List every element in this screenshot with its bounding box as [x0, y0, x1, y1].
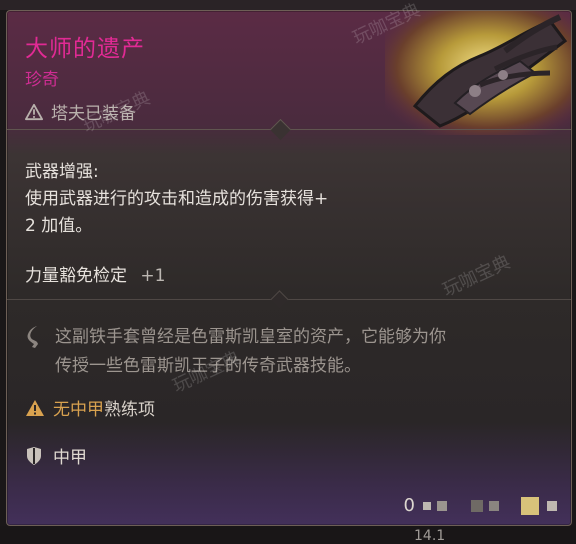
quill-icon: [27, 326, 38, 348]
armor-type-label: 中甲: [53, 448, 87, 468]
saving-throw-value: +1: [140, 266, 166, 286]
shield-icon: [27, 446, 41, 465]
armor-type: 中甲: [25, 443, 87, 468]
enhancement-desc-line1: 使用武器进行的攻击和造成的伤害获得+: [25, 189, 329, 209]
weight-icon: [521, 496, 539, 515]
lore-line2: 传授一些色雷斯凯王子的传奇武器技能。: [55, 356, 361, 376]
proficiency-warning: 无中甲熟练项: [25, 395, 155, 420]
enhancement-desc-line2: 2 加值。: [25, 216, 93, 236]
equipped-by-text: 塔夫已装备: [51, 104, 136, 124]
footer-glyph: [489, 500, 499, 511]
equipped-status: 塔夫已装备: [25, 99, 136, 124]
footer-glyph: [437, 500, 447, 511]
item-rarity: 珍奇: [25, 70, 59, 90]
background-strip-bottom: [0, 526, 576, 544]
warning-triangle-icon: [26, 399, 44, 416]
footer-glyph: [423, 501, 431, 510]
item-name: 大师的遗产: [25, 36, 145, 62]
proficiency-missing: 无中甲: [53, 400, 104, 420]
lore-line1: 这副铁手套曾经是色雷斯凯皇室的资产，它能够为你: [55, 327, 446, 347]
background-bottom-text: 14.1: [414, 528, 446, 544]
lore-text: 这副铁手套曾经是色雷斯凯皇室的资产，它能够为你 传授一些色雷斯凯王子的传奇武器技…: [55, 323, 535, 381]
background-strip-top: [0, 0, 576, 10]
warning-triangle-icon: [25, 103, 43, 120]
enhancement-title: 武器增强:: [25, 162, 99, 182]
divider-notch-2: [270, 290, 289, 309]
tooltip-header: 大师的遗产 珍奇 塔夫已装备: [7, 11, 571, 135]
enhancement-section: 武器增强: 使用武器进行的攻击和造成的伤害获得+ 2 加值。: [25, 159, 425, 240]
footer-glyph: [471, 499, 483, 512]
saving-throw-bonus: 力量豁免检定 +1: [25, 261, 165, 286]
footer-glyph: [547, 500, 557, 511]
item-value: 0: [403, 495, 415, 516]
proficiency-label: 熟练项: [104, 400, 155, 420]
tooltip-footer: 0: [404, 495, 557, 516]
saving-throw-label: 力量豁免检定: [25, 266, 127, 286]
item-tooltip: 大师的遗产 珍奇 塔夫已装备 武器增强: 使用武器进行的攻击和造成的伤害获得+ …: [6, 10, 572, 526]
lore-section: 这副铁手套曾经是色雷斯凯皇室的资产，它能够为你 传授一些色雷斯凯王子的传奇武器技…: [25, 323, 535, 381]
gauntlet-image: [385, 11, 571, 135]
